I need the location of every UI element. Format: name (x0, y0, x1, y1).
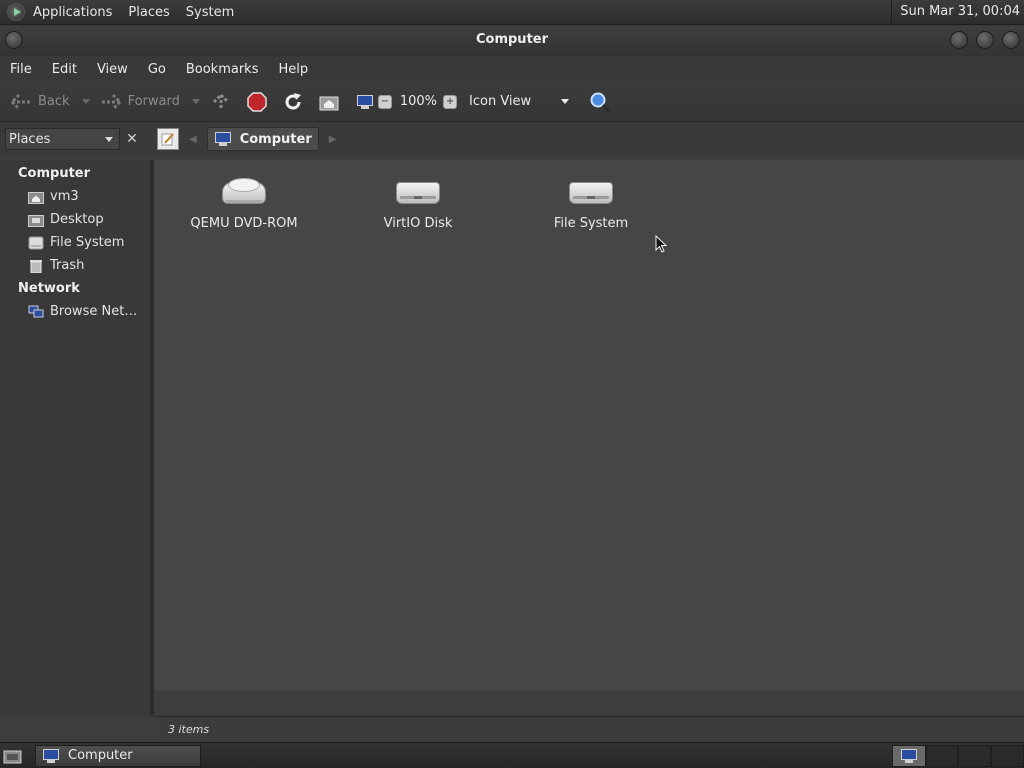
desktop-folder-icon (28, 213, 44, 227)
hard-disk-icon (396, 176, 440, 206)
hard-disk-icon (569, 176, 613, 206)
window-menu-button[interactable] (5, 31, 23, 49)
status-bar: 3 items (154, 716, 1024, 742)
search-icon[interactable] (587, 89, 613, 115)
home-folder-icon (28, 190, 44, 204)
edit-location-icon[interactable] (157, 128, 179, 150)
sidebar-item-label: Trash (50, 258, 85, 273)
computer-icon (900, 749, 918, 763)
reload-icon[interactable] (280, 89, 306, 115)
window-title: Computer (475, 32, 549, 47)
computer-icon (214, 132, 232, 146)
distro-logo-icon[interactable] (7, 3, 25, 21)
clock[interactable]: Sun Mar 31, 00:04 (891, 0, 1024, 25)
window-titlebar[interactable]: Computer (0, 26, 1024, 56)
forward-arrow-icon (98, 89, 124, 115)
computer-icon[interactable] (352, 89, 378, 115)
close-sidebar-icon[interactable]: ✕ (122, 128, 142, 150)
sidebar-pane-selector[interactable]: Places (5, 128, 120, 150)
view-mode-selector[interactable]: Icon View (469, 94, 561, 109)
dvd-drive-icon (222, 176, 266, 206)
taskbar-button-computer[interactable]: Computer (35, 744, 201, 767)
close-window-button[interactable] (1002, 31, 1020, 49)
sidebar-item-vm3[interactable]: vm3 (0, 185, 150, 208)
sidebar-item-file-system[interactable]: File System (0, 231, 150, 254)
sidebar-item-desktop[interactable]: Desktop (0, 208, 150, 231)
sidebar-item-label: Desktop (50, 212, 104, 227)
sidebar-item-trash[interactable]: Trash (0, 254, 150, 277)
show-desktop-icon[interactable] (3, 747, 23, 765)
forward-label: Forward (127, 94, 180, 109)
zoom-out-icon[interactable]: − (377, 94, 392, 109)
sidebar-item-label: File System (50, 235, 125, 250)
places-menu[interactable]: Places (128, 5, 169, 20)
sidebar-item-browse-network[interactable]: Browse Net… (0, 300, 150, 323)
item-count: 3 items (168, 723, 210, 736)
file-item-file-system[interactable]: File System (521, 176, 661, 231)
file-item-virtio-disk[interactable]: VirtIO Disk (348, 176, 488, 231)
back-button[interactable]: Back (8, 88, 90, 116)
file-manager-window: Computer File Edit View Go Bookmarks Hel… (0, 26, 1024, 742)
computer-icon (42, 748, 60, 763)
forward-history-dropdown-icon[interactable] (191, 99, 200, 104)
up-arrow-icon[interactable] (208, 89, 234, 115)
breadcrumb-computer[interactable]: Computer (206, 127, 319, 151)
breadcrumb-left-icon[interactable]: ◀ (189, 134, 197, 145)
file-view[interactable]: QEMU DVD-ROM VirtIO Disk File System (154, 160, 1024, 690)
file-item-label: QEMU DVD-ROM (190, 216, 298, 231)
home-folder-icon[interactable] (316, 89, 342, 115)
file-item-label: VirtIO Disk (383, 216, 453, 231)
file-item-qemu-dvd-rom[interactable]: QEMU DVD-ROM (174, 176, 314, 231)
view-mode-dropdown-icon[interactable] (561, 99, 570, 104)
breadcrumb-label: Computer (239, 131, 312, 147)
chevron-down-icon (105, 137, 113, 142)
sidebar-item-label: vm3 (50, 189, 79, 204)
back-arrow-icon (8, 89, 34, 115)
workspace-2[interactable] (926, 745, 958, 767)
sidebar-item-label: Browse Net… (50, 304, 138, 319)
system-menu[interactable]: System (186, 5, 234, 20)
workspace-1[interactable] (892, 745, 926, 767)
menu-file[interactable]: File (0, 62, 42, 77)
maximize-button[interactable] (976, 31, 994, 49)
bottom-panel: Computer (0, 742, 1024, 768)
mouse-pointer-icon (655, 235, 667, 253)
menu-view[interactable]: View (87, 62, 138, 77)
workspace-3[interactable] (958, 745, 991, 767)
minimize-button[interactable] (950, 31, 968, 49)
location-bar: Places ✕ ◀ Computer ▶ (0, 122, 1024, 156)
network-icon (28, 305, 44, 319)
menu-help[interactable]: Help (268, 62, 318, 77)
file-item-label: File System (553, 216, 629, 231)
menubar: File Edit View Go Bookmarks Help (0, 56, 1024, 82)
back-label: Back (38, 94, 70, 109)
back-history-dropdown-icon[interactable] (81, 99, 90, 104)
forward-button[interactable]: Forward (98, 88, 200, 116)
workspace-4[interactable] (991, 745, 1024, 767)
trash-icon (28, 259, 44, 273)
zoom-in-icon[interactable]: + (443, 94, 458, 109)
menu-go[interactable]: Go (138, 62, 176, 77)
menu-bookmarks[interactable]: Bookmarks (176, 62, 269, 77)
top-panel: Applications Places System Sun Mar 31, 0… (0, 0, 1024, 25)
hard-disk-icon (28, 236, 44, 250)
taskbar-button-label: Computer (68, 748, 133, 763)
menu-edit[interactable]: Edit (42, 62, 87, 77)
stop-icon[interactable] (244, 89, 270, 115)
breadcrumb-right-icon[interactable]: ▶ (329, 134, 337, 145)
sidebar-heading-network: Network (18, 281, 80, 296)
desktop-screen: Applications Places System Sun Mar 31, 0… (0, 0, 1024, 768)
applications-menu[interactable]: Applications (33, 5, 112, 20)
sidebar-heading-computer: Computer (18, 166, 91, 181)
sidebar-pane-label: Places (9, 131, 51, 147)
places-sidebar: Computer vm3 Desktop File System Trash N… (0, 160, 151, 716)
zoom-level: 100% (399, 94, 438, 109)
toolbar: Back Forward − 100% + Icon View (0, 82, 1024, 122)
